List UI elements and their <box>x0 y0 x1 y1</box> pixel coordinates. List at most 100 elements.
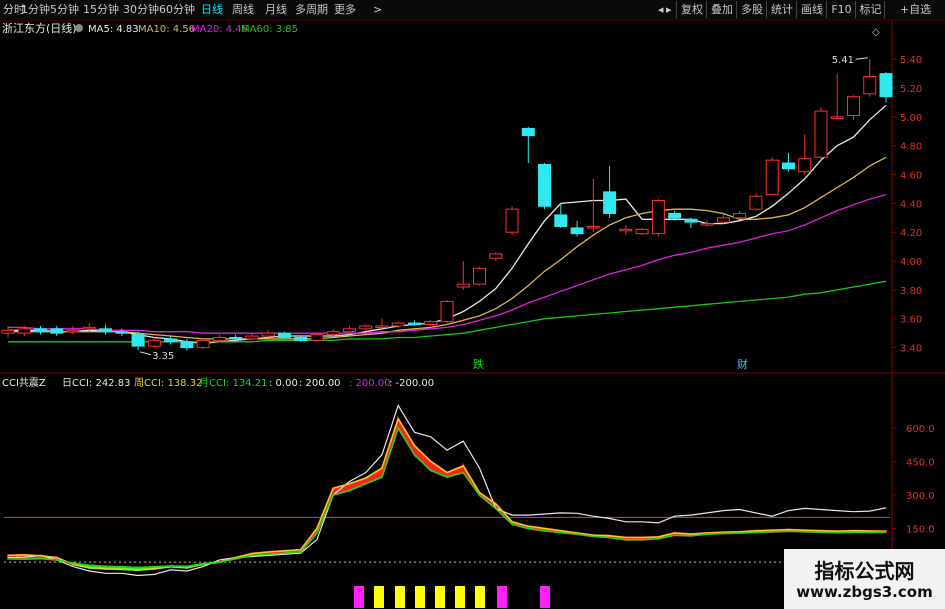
candle-body <box>798 158 812 173</box>
cci-line-2 <box>7 426 887 569</box>
tool-button-5[interactable]: F10 <box>826 1 856 18</box>
candle-body <box>603 191 617 214</box>
cci-tick-label: 300.0 <box>906 491 935 502</box>
candle-body <box>391 322 405 327</box>
candle-body <box>716 217 730 223</box>
price-tick-label: 4.80 <box>900 142 922 153</box>
stock-title: 浙江东方(日线) <box>2 21 77 35</box>
nav-prev-icon[interactable]: ◂ <box>658 2 664 18</box>
tab-6[interactable]: 日线 <box>201 2 223 18</box>
candle-body <box>82 326 96 330</box>
candle-body <box>359 325 373 330</box>
price-tick-label: 5.20 <box>900 84 922 95</box>
tab-10[interactable]: 更多 <box>334 2 356 18</box>
candle-body <box>310 334 324 341</box>
tab-4[interactable]: 30分钟 <box>123 2 159 18</box>
cci-tick-label: 600.0 <box>906 424 935 435</box>
diamond-icon: ◇ <box>872 27 880 38</box>
candle-body <box>66 329 80 333</box>
candle-body <box>846 96 860 116</box>
tab-2[interactable]: 5分钟 <box>50 2 79 18</box>
watermark-url: www.zbgs3.com <box>796 583 933 601</box>
tool-button-3[interactable]: 统计 <box>766 1 797 18</box>
candle-body <box>147 339 161 347</box>
candle-body <box>635 228 649 235</box>
cci-legend-2: 月CCI: 134.21 <box>199 377 267 389</box>
chart-area: 5.40 5.20 5.00 4.80 4.60 4.40 4.20 4.00 3.80 3.60… <box>0 20 945 609</box>
signal-bar <box>374 586 384 608</box>
price-tick-label: 4.00 <box>900 257 922 268</box>
tool-button-1[interactable]: 叠加 <box>706 1 737 18</box>
candle-body <box>50 328 64 334</box>
candle-body <box>212 336 226 341</box>
candle-body <box>456 283 470 288</box>
candle-body <box>700 223 714 226</box>
tab-1[interactable]: 1分钟 <box>21 2 50 18</box>
cci-tick-label: 450.0 <box>906 457 935 468</box>
candle-body <box>781 162 795 170</box>
signal-bar <box>455 586 465 608</box>
candle-body <box>1 329 15 334</box>
price-tick-label: 3.40 <box>900 344 922 355</box>
candle-body <box>294 336 308 341</box>
candle-body <box>440 300 454 323</box>
ma-legend-2: MA20: 4.46 <box>191 24 248 35</box>
candle-body <box>180 341 194 349</box>
candle-body <box>164 338 178 343</box>
signal-bar <box>395 586 405 608</box>
cci-legend-4: : 200.00 <box>299 378 341 389</box>
candle-body <box>245 335 259 340</box>
price-tick-label: 5.00 <box>900 113 922 124</box>
signal-bar <box>415 586 425 608</box>
more-expand-icon[interactable]: > <box>373 2 382 18</box>
candle-body <box>814 110 828 158</box>
cci-tick-label: 150.0 <box>906 525 935 536</box>
nav-next-icon[interactable]: ▸ <box>666 2 672 18</box>
high-price-label: 5.41 <box>832 55 854 66</box>
tool-button-7[interactable]: +自选 <box>884 1 945 18</box>
tab-9[interactable]: 多周期 <box>295 2 328 18</box>
tool-button-2[interactable]: 多股 <box>736 1 767 18</box>
candle-body <box>489 253 503 259</box>
price-tick-label: 4.20 <box>900 228 922 239</box>
ma-legend-0: MA5: 4.83 <box>88 24 139 35</box>
price-tick-label: 3.80 <box>900 286 922 297</box>
candle-body <box>684 218 698 223</box>
tab-7[interactable]: 周线 <box>232 2 254 18</box>
candle-body <box>261 332 275 337</box>
price-tick-label: 5.40 <box>900 55 922 66</box>
candle-body <box>733 212 747 219</box>
cci-line-0 <box>7 403 887 577</box>
candle-body <box>229 336 243 340</box>
candle-body <box>668 212 682 219</box>
ma-legend-1: MA10: 4.56 <box>138 24 195 35</box>
price-tick-label: 4.60 <box>900 171 922 182</box>
candle-body <box>375 325 389 328</box>
candle-body <box>505 208 519 233</box>
candle-body <box>131 334 145 347</box>
cci-legend-0: 日CCI: 242.83 <box>62 378 130 389</box>
tool-button-6[interactable]: 标记 <box>855 1 885 18</box>
tool-button-0[interactable]: 复权 <box>676 1 707 18</box>
tab-5[interactable]: 60分钟 <box>159 2 195 18</box>
candle-body <box>277 332 291 338</box>
candle-body <box>749 195 763 210</box>
low-price-pointer <box>139 351 152 356</box>
candle-body <box>765 159 779 196</box>
signal-bar <box>435 586 445 608</box>
candle-body <box>570 227 584 235</box>
price-tick-label: 3.60 <box>900 315 922 326</box>
cci-line-1 <box>7 417 887 571</box>
signal-bar <box>354 586 364 608</box>
tool-button-4[interactable]: 画线 <box>796 1 827 18</box>
candle-body <box>342 328 356 333</box>
candle-body <box>879 73 893 98</box>
low-price-label: 3.35 <box>152 351 174 362</box>
signal-bar <box>540 586 550 608</box>
tab-3[interactable]: 15分钟 <box>83 2 119 18</box>
event-marker-1: 跌 <box>473 357 484 371</box>
tab-8[interactable]: 月线 <box>265 2 287 18</box>
high-price-pointer <box>855 57 868 60</box>
ma-legend-3: MA60: 3.85 <box>241 24 298 35</box>
candle-body <box>619 228 633 232</box>
